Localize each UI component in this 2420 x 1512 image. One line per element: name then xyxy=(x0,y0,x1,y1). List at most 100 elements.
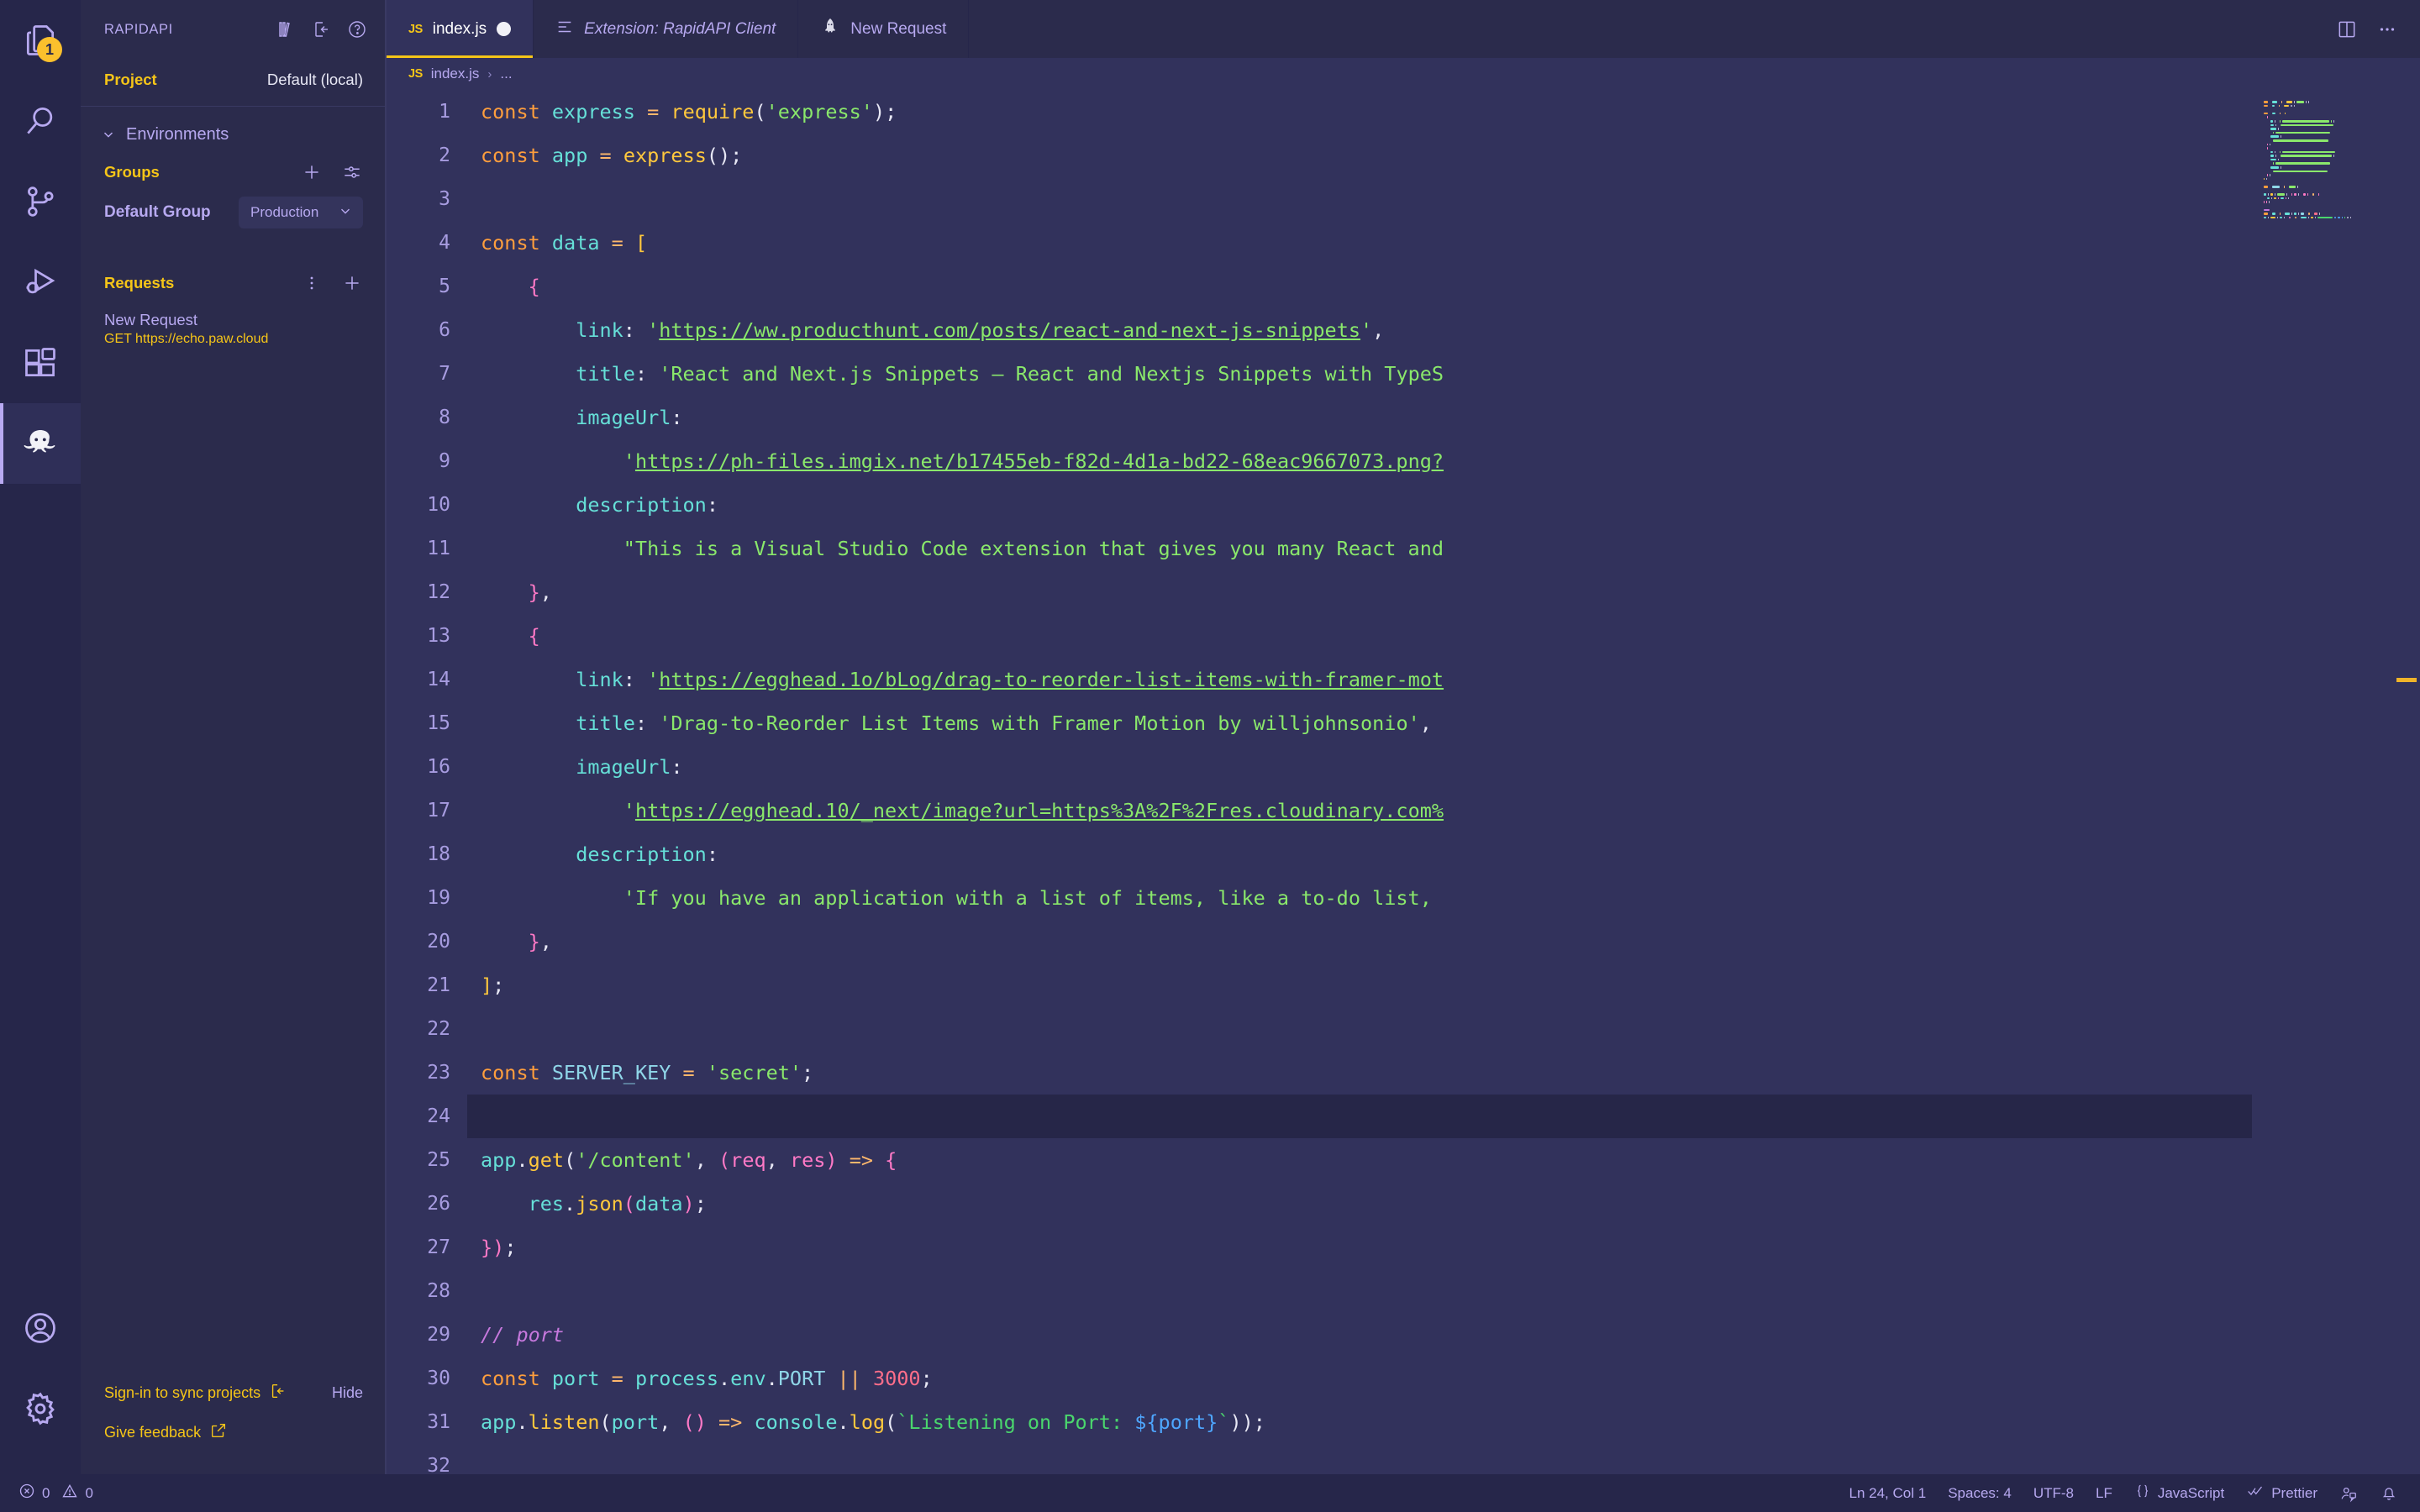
code-line[interactable]: description: xyxy=(481,483,2252,527)
breadcrumb-file[interactable]: index.js xyxy=(431,66,480,82)
code-line[interactable]: 'https://egghead.10/_next/image?url=http… xyxy=(481,789,2252,832)
bell-icon[interactable] xyxy=(2380,1484,2398,1503)
eol[interactable]: LF xyxy=(2096,1485,2112,1502)
code-line[interactable] xyxy=(481,1007,2252,1051)
minimap[interactable] xyxy=(2252,89,2420,1474)
code-line[interactable]: { xyxy=(481,265,2252,308)
code-line[interactable]: res.json(data); xyxy=(481,1182,2252,1226)
code-line[interactable] xyxy=(481,1444,2252,1474)
plus-icon[interactable] xyxy=(301,161,323,183)
line-number: 19 xyxy=(427,886,450,909)
code-line[interactable]: title: 'React and Next.js Snippets – Rea… xyxy=(481,352,2252,396)
code-line[interactable]: }, xyxy=(481,570,2252,614)
breadcrumb-rest[interactable]: ... xyxy=(500,66,512,82)
kebab-icon[interactable] xyxy=(301,272,323,294)
code-line[interactable]: // port xyxy=(481,1313,2252,1357)
line-number: 13 xyxy=(427,624,450,647)
activity-item-rapidapi[interactable] xyxy=(0,403,81,484)
tab-extension-rapidapi-client[interactable]: Extension: RapidAPI Client xyxy=(534,0,799,59)
formatter-label: Prettier xyxy=(2271,1484,2317,1501)
help-icon[interactable] xyxy=(346,18,368,40)
activity-item-manage[interactable] xyxy=(0,1368,81,1449)
code-editor[interactable]: 1 2 3 4 5 6 7 8 9 10 11 12 13 14 15 16 17 18 19 20 21 22 23 24 2… xyxy=(387,89,2420,1474)
code-line[interactable]: 'https://ph-files.imgix.net/b17455eb-f82… xyxy=(481,439,2252,483)
sidebar-title: RAPIDAPI xyxy=(104,21,173,37)
environment-select[interactable]: Production xyxy=(239,197,363,228)
breadcrumb[interactable]: JS index.js › ... xyxy=(387,58,2420,90)
code-line[interactable]: }, xyxy=(481,920,2252,963)
code-scroller[interactable]: 1 2 3 4 5 6 7 8 9 10 11 12 13 14 15 16 17 18 19 20 21 22 23 24 2… xyxy=(387,90,2252,1474)
project-row[interactable]: Project Default (local) xyxy=(81,59,387,107)
environments-section-header[interactable]: Environments xyxy=(81,107,387,153)
code-line[interactable]: }); xyxy=(481,1226,2252,1269)
encoding[interactable]: UTF-8 xyxy=(2033,1485,2074,1502)
split-editor-icon[interactable] xyxy=(2336,18,2358,40)
feedback-icon[interactable] xyxy=(2339,1484,2358,1503)
activity-item-source-control[interactable] xyxy=(0,161,81,242)
js-file-icon: JS xyxy=(408,22,423,36)
code-line[interactable] xyxy=(481,1269,2252,1313)
code-line[interactable]: const app = express(); xyxy=(481,134,2252,177)
line-number: 6 xyxy=(439,318,450,341)
indentation[interactable]: Spaces: 4 xyxy=(1948,1485,2012,1502)
source-control-icon xyxy=(22,183,59,220)
plus-icon[interactable] xyxy=(341,272,363,294)
group-row-default[interactable]: Default Group Production xyxy=(81,188,387,237)
activity-item-run-debug[interactable] xyxy=(0,242,81,323)
activity-item-accounts[interactable] xyxy=(0,1288,81,1368)
code-line[interactable]: app.listen(port, () => console.log(`List… xyxy=(481,1400,2252,1444)
code-line[interactable]: "This is a Visual Studio Code extension … xyxy=(481,527,2252,570)
extensions-icon xyxy=(22,344,59,381)
code-line[interactable] xyxy=(481,177,2252,221)
line-number: 23 xyxy=(427,1061,450,1084)
line-number: 8 xyxy=(439,406,450,428)
dirty-indicator-icon[interactable] xyxy=(497,22,512,37)
code-line[interactable]: const port = process.env.PORT || 3000; xyxy=(481,1357,2252,1400)
js-file-icon: JS xyxy=(408,67,423,81)
cursor-position[interactable]: Ln 24, Col 1 xyxy=(1849,1485,1927,1502)
code-line[interactable]: { xyxy=(481,614,2252,658)
code-line[interactable]: app.get('/content', (req, res) => { xyxy=(481,1138,2252,1182)
code-line[interactable]: title: 'Drag-to-Reorder List Items with … xyxy=(481,701,2252,745)
feedback-row: Give feedback xyxy=(104,1413,363,1452)
code-line[interactable]: ]; xyxy=(481,963,2252,1007)
ellipsis-icon[interactable] xyxy=(2376,18,2398,40)
line-number: 30 xyxy=(427,1367,450,1389)
tab-new-request[interactable]: New Request xyxy=(798,0,970,59)
sliders-icon[interactable] xyxy=(341,161,363,183)
tab-index-js[interactable]: JS index.js xyxy=(387,0,534,59)
code-content[interactable]: const express = require('express'); const… xyxy=(467,90,2252,1474)
explorer-badge: 1 xyxy=(37,37,62,62)
code-line[interactable] xyxy=(467,1094,2252,1138)
activity-item-explorer[interactable]: 1 xyxy=(0,0,81,81)
chevron-down-icon xyxy=(101,127,116,144)
request-item[interactable]: New Request GET https://echo.paw.cloud xyxy=(81,299,387,352)
code-line[interactable]: link: 'https://egghead.1o/bLog/drag-to-r… xyxy=(481,658,2252,701)
code-line[interactable]: description: xyxy=(481,832,2252,876)
feedback-label: Give feedback xyxy=(104,1424,202,1441)
code-line[interactable]: imageUrl: xyxy=(481,396,2252,439)
line-number: 5 xyxy=(439,275,450,297)
library-icon[interactable] xyxy=(276,18,297,40)
minimap-line xyxy=(2264,219,2420,223)
code-line[interactable]: const SERVER_KEY = 'secret'; xyxy=(481,1051,2252,1095)
code-line[interactable]: link: 'https://ww.producthunt.com/posts/… xyxy=(481,308,2252,352)
activity-item-extensions[interactable] xyxy=(0,323,81,403)
activity-item-search[interactable] xyxy=(0,81,81,161)
editor-vertical-scrollbar[interactable] xyxy=(2403,90,2420,1474)
line-number: 22 xyxy=(427,1017,450,1040)
code-line[interactable]: const express = require('express'); xyxy=(481,90,2252,134)
code-line[interactable]: 'If you have an application with a list … xyxy=(481,876,2252,920)
formatter-status[interactable]: Prettier xyxy=(2246,1483,2317,1504)
account-icon xyxy=(22,1310,59,1347)
open-panel-icon[interactable] xyxy=(311,18,333,40)
language-mode[interactable]: JavaScript xyxy=(2134,1483,2224,1504)
line-number: 28 xyxy=(427,1279,450,1302)
problems-status[interactable]: 0 0 xyxy=(18,1483,93,1504)
hide-button[interactable]: Hide xyxy=(332,1384,363,1402)
code-line[interactable]: imageUrl: xyxy=(481,745,2252,789)
line-number: 12 xyxy=(427,580,450,603)
code-line[interactable]: const data = [ xyxy=(481,221,2252,265)
signin-button[interactable]: Sign-in to sync projects xyxy=(104,1382,287,1404)
feedback-button[interactable]: Give feedback xyxy=(104,1421,228,1444)
